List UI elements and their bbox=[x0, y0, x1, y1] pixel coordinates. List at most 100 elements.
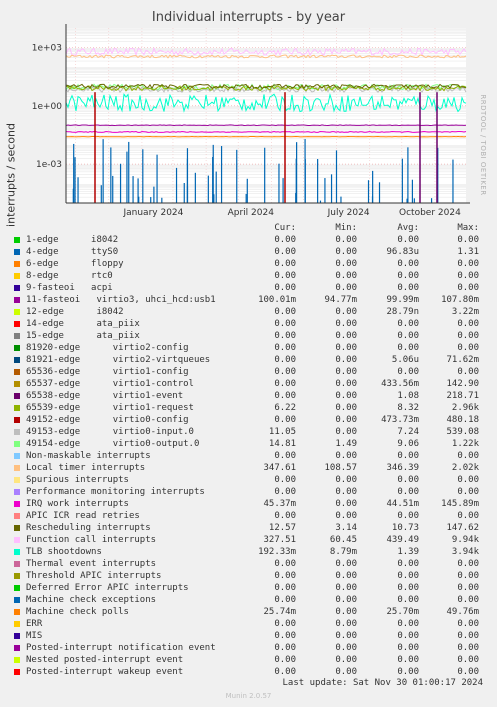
legend-min-value: 0.00 bbox=[335, 379, 357, 389]
legend-swatch bbox=[14, 477, 20, 483]
legend-avg-value: 0.00 bbox=[397, 595, 419, 605]
legend-row: 12-edge i8042 0.00 0.00 28.79n 3.22m bbox=[14, 306, 479, 318]
legend-rows: 1-edge i8042 0.00 0.00 0.00 0.00 4-edge ttyS0… bbox=[14, 234, 479, 678]
legend-swatch bbox=[14, 657, 20, 663]
legend-avg-value: 0.00 bbox=[397, 259, 419, 269]
legend-max-value: 0.00 bbox=[457, 595, 479, 605]
legend-label: Posted-interrupt wakeup event bbox=[26, 667, 184, 677]
legend-max-value: 0.00 bbox=[457, 655, 479, 665]
legend-swatch bbox=[14, 501, 20, 507]
legend-cur-value: 25.74m bbox=[263, 607, 296, 617]
legend-avg-value: 0.00 bbox=[397, 235, 419, 245]
legend-swatch bbox=[14, 309, 20, 315]
legend-swatch bbox=[14, 585, 20, 591]
legend-row: 49153-edge virtio0-input.0 11.05 0.00 7.24 5… bbox=[14, 426, 479, 438]
legend-min-value: 0.00 bbox=[335, 487, 357, 497]
legend-cur-value: 0.00 bbox=[274, 559, 296, 569]
legend-avg-value: 7.24 bbox=[397, 427, 419, 437]
legend-avg-value: 5.06u bbox=[391, 355, 419, 365]
legend-max-value: 9.94k bbox=[451, 535, 479, 545]
legend-max-value: 0.00 bbox=[457, 319, 479, 329]
legend-swatch bbox=[14, 645, 20, 651]
legend-label: ERR bbox=[26, 619, 43, 629]
x-tick-label: January 2024 bbox=[122, 208, 183, 218]
legend-avg-value: 25.70m bbox=[386, 607, 419, 617]
legend-swatch bbox=[14, 381, 20, 387]
legend-max-value: 218.71 bbox=[446, 391, 479, 401]
legend-avg-value: 10.73 bbox=[391, 523, 419, 533]
legend-label: Performance monitoring interrupts bbox=[26, 487, 205, 497]
plot-area: 1e+03 1e+00 1e-03 January 2024 April 2024 Jul… bbox=[32, 24, 470, 218]
legend-cur-value: 45.37m bbox=[263, 499, 296, 509]
legend-avg-value: 0.00 bbox=[397, 319, 419, 329]
legend-cur-value: 0.00 bbox=[274, 631, 296, 641]
legend-min-value: 0.00 bbox=[335, 655, 357, 665]
legend-min-value: 0.00 bbox=[335, 415, 357, 425]
legend-max-value: 107.80m bbox=[441, 295, 479, 305]
legend-max-value: 1.22k bbox=[451, 439, 479, 449]
x-tick-label: April 2024 bbox=[228, 208, 275, 218]
legend-avg-value: 0.00 bbox=[397, 559, 419, 569]
legend-cur-value: 0.00 bbox=[274, 451, 296, 461]
legend-row: 14-edge ata_piix 0.00 0.00 0.00 0.00 bbox=[14, 318, 479, 330]
legend-min-value: 0.00 bbox=[335, 307, 357, 317]
legend-swatch bbox=[14, 321, 20, 327]
legend-min-value: 0.00 bbox=[335, 559, 357, 569]
legend-max-value: 2.02k bbox=[451, 463, 479, 473]
legend-swatch bbox=[14, 633, 20, 639]
legend-max-value: 480.18 bbox=[446, 415, 479, 425]
legend-cur-value: 0.00 bbox=[274, 415, 296, 425]
legend-label: Thermal event interrupts bbox=[26, 559, 157, 569]
legend-cur-value: 192.33m bbox=[258, 547, 296, 557]
legend-label: Spurious interrupts bbox=[26, 475, 129, 485]
x-tick-label: October 2024 bbox=[399, 208, 461, 218]
legend-cur-value: 0.00 bbox=[274, 307, 296, 317]
legend-row: Non-maskable interrupts 0.00 0.00 0.00 0.00 bbox=[14, 450, 479, 462]
legend-max-value: 71.62m bbox=[446, 355, 479, 365]
legend-avg-value: 0.00 bbox=[397, 583, 419, 593]
legend-min-value: 0.00 bbox=[335, 355, 357, 365]
legend-row: ERR 0.00 0.00 0.00 0.00 bbox=[14, 618, 479, 630]
legend-label: 65539-edge virtio1-request bbox=[26, 403, 194, 413]
legend-label: 11-fasteoi virtio3, uhci_hcd:usb1 bbox=[26, 295, 216, 305]
legend-min-value: 0.00 bbox=[335, 499, 357, 509]
legend-avg-value: 44.51m bbox=[386, 499, 419, 509]
legend-cur-value: 0.00 bbox=[274, 355, 296, 365]
legend-swatch bbox=[14, 513, 20, 519]
legend-avg-value: 0.00 bbox=[397, 667, 419, 677]
legend-label: 14-edge ata_piix bbox=[26, 319, 140, 329]
legend-label: 6-edge floppy bbox=[26, 259, 124, 269]
legend-cur-value: 11.05 bbox=[268, 427, 296, 437]
legend-max-value: 147.62 bbox=[446, 523, 479, 533]
legend-min-value: 108.57 bbox=[324, 463, 357, 473]
legend-label: 8-edge rtc0 bbox=[26, 271, 113, 281]
legend-row: MIS 0.00 0.00 0.00 0.00 bbox=[14, 630, 479, 642]
legend-label: 81920-edge virtio2-config bbox=[26, 343, 189, 353]
legend-swatch bbox=[14, 261, 20, 267]
legend-cur-value: 6.22 bbox=[274, 403, 296, 413]
legend-swatch bbox=[14, 525, 20, 531]
legend-row: 65539-edge virtio1-request 6.22 0.00 8.32 2.… bbox=[14, 402, 479, 414]
legend-cur-value: 0.00 bbox=[274, 283, 296, 293]
legend-row: Threshold APIC interrupts 0.00 0.00 0.00 0.0… bbox=[14, 570, 479, 582]
legend-swatch bbox=[14, 561, 20, 567]
legend-row: 49154-edge virtio0-output.0 14.81 1.49 9.06… bbox=[14, 438, 479, 450]
legend-min-value: 0.00 bbox=[335, 283, 357, 293]
legend-avg-value: 99.99m bbox=[386, 295, 419, 305]
legend-cur-value: 0.00 bbox=[274, 379, 296, 389]
legend-min-value: 0.00 bbox=[335, 511, 357, 521]
legend-max-value: 1.31 bbox=[457, 247, 479, 257]
legend-avg-value: 433.56m bbox=[381, 379, 419, 389]
legend-header: Cur: Min: Avg: Max: bbox=[14, 222, 479, 234]
legend-label: 65536-edge virtio1-config bbox=[26, 367, 189, 377]
legend-min-value: 0.00 bbox=[335, 271, 357, 281]
legend-avg-value: 0.00 bbox=[397, 271, 419, 281]
legend-row: TLB shootdowns 192.33m 8.79m 1.39 3.94k bbox=[14, 546, 479, 558]
y-tick-label: 1e+03 bbox=[32, 43, 62, 53]
legend-row: Spurious interrupts 0.00 0.00 0.00 0.00 bbox=[14, 474, 479, 486]
legend-avg-value: 0.00 bbox=[397, 331, 419, 341]
legend-avg-value: 0.00 bbox=[397, 451, 419, 461]
legend-min-value: 0.00 bbox=[335, 427, 357, 437]
legend-label: Non-maskable interrupts bbox=[26, 451, 151, 461]
legend-cur-value: 0.00 bbox=[274, 331, 296, 341]
